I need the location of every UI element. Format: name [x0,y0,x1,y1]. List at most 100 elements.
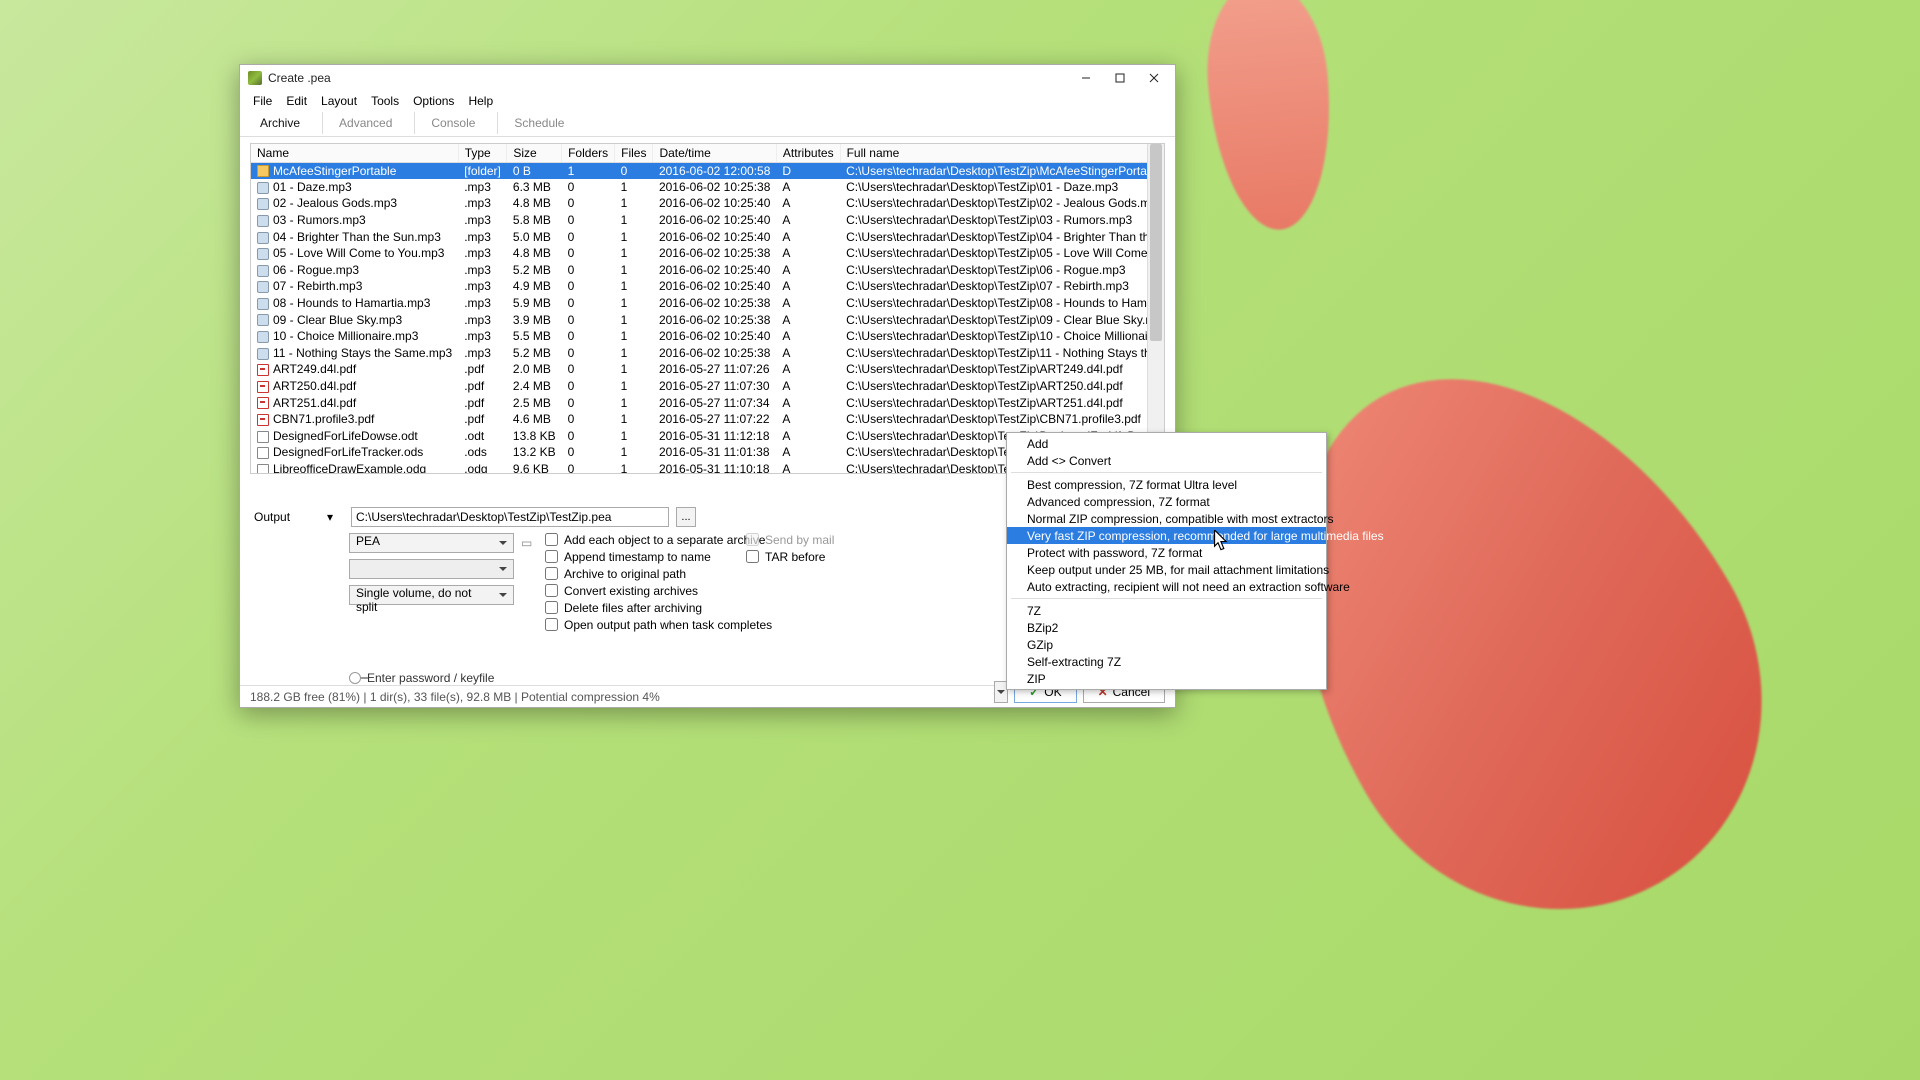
option-label-0: Add each object to a separate archive [564,533,765,547]
menu-item[interactable]: 7Z [1007,602,1326,619]
menu-item[interactable]: BZip2 [1007,619,1326,636]
output-path-input[interactable] [351,507,669,527]
column-files[interactable]: Files [615,144,653,163]
minimize-button[interactable] [1069,66,1103,90]
table-row[interactable]: CBN71.profile3.pdf.pdf4.6 MB012016-05-27… [251,411,1165,428]
table-row[interactable]: 03 - Rumors.mp3.mp35.8 MB012016-06-02 10… [251,212,1165,229]
browse-button[interactable]: ... [676,507,696,527]
tabbar: Archive Advanced Console Schedule [240,111,1175,137]
tarbefore-checkbox[interactable] [746,550,759,563]
key-icon [349,672,361,684]
odt-icon [257,431,269,443]
menu-item[interactable]: GZip [1007,636,1326,653]
tab-schedule[interactable]: Schedule [497,112,578,134]
option-checkbox-0[interactable] [545,533,558,546]
mp3-icon [257,298,269,310]
ods-icon [257,447,269,459]
menu-options[interactable]: Options [406,92,461,110]
menubar: FileEditLayoutToolsOptionsHelp [240,91,1175,111]
mp3-icon [257,331,269,343]
output-label: Output [254,510,309,524]
menu-item[interactable]: Add [1007,435,1326,452]
mp3-icon [257,314,269,326]
menu-item[interactable]: Protect with password, 7Z format [1007,544,1326,561]
split-dropdown[interactable]: Single volume, do not split [349,585,514,605]
tarbefore-label: TAR before [765,550,825,564]
option-label-4: Delete files after archiving [564,601,702,615]
tab-advanced[interactable]: Advanced [322,112,406,134]
menu-item[interactable]: Auto extracting, recipient will not need… [1007,578,1326,595]
column-fullname[interactable]: Full name [840,144,1165,163]
table-row[interactable]: 02 - Jealous Gods.mp3.mp34.8 MB012016-06… [251,195,1165,212]
column-name[interactable]: Name [251,144,458,163]
table-row[interactable]: McAfeeStingerPortable[folder]0 B102016-0… [251,162,1165,179]
table-row[interactable]: 05 - Love Will Come to You.mp3.mp34.8 MB… [251,245,1165,262]
sendmail-checkbox [746,533,759,546]
column-attributes[interactable]: Attributes [776,144,840,163]
table-row[interactable]: 07 - Rebirth.mp3.mp34.9 MB012016-06-02 1… [251,278,1165,295]
menu-separator [1011,598,1322,599]
menu-item[interactable]: Normal ZIP compression, compatible with … [1007,510,1326,527]
option-label-3: Convert existing archives [564,584,698,598]
menu-item[interactable]: Self-extracting 7Z [1007,653,1326,670]
close-button[interactable] [1137,66,1171,90]
mp3-icon [257,198,269,210]
file-list[interactable]: NameTypeSizeFoldersFilesDate/timeAttribu… [250,143,1165,475]
table-row[interactable]: 04 - Brighter Than the Sun.mp3.mp35.0 MB… [251,228,1165,245]
menu-help[interactable]: Help [461,92,500,110]
compression-dropdown[interactable] [349,559,514,579]
column-folders[interactable]: Folders [562,144,615,163]
preset-context-menu[interactable]: AddAdd <> Convert Best compression, 7Z fo… [1006,432,1327,690]
mp3-icon [257,281,269,293]
titlebar: Create .pea [240,65,1175,91]
output-dropdown-icon[interactable]: ▾ [316,510,344,524]
menu-file[interactable]: File [246,92,279,110]
option-checkbox-1[interactable] [545,550,558,563]
table-row[interactable]: ART249.d4l.pdf.pdf2.0 MB012016-05-27 11:… [251,361,1165,378]
mp3-icon [257,265,269,277]
option-checkbox-2[interactable] [545,567,558,580]
menu-item[interactable]: Add <> Convert [1007,452,1326,469]
folder-icon [257,165,269,177]
menu-item[interactable]: Advanced compression, 7Z format [1007,493,1326,510]
table-row[interactable]: 11 - Nothing Stays the Same.mp3.mp35.2 M… [251,345,1165,362]
menu-item[interactable]: Keep output under 25 MB, for mail attach… [1007,561,1326,578]
pdf-icon [257,414,269,426]
table-row[interactable]: 10 - Choice Millionaire.mp3.mp35.5 MB012… [251,328,1165,345]
option-checkbox-5[interactable] [545,618,558,631]
tab-archive[interactable]: Archive [246,112,314,134]
table-row[interactable]: 08 - Hounds to Hamartia.mp3.mp35.9 MB012… [251,295,1165,312]
option-checkbox-3[interactable] [545,584,558,597]
column-datetime[interactable]: Date/time [653,144,776,163]
menu-item[interactable]: Best compression, 7Z format Ultra level [1007,476,1326,493]
option-label-2: Archive to original path [564,567,686,581]
column-size[interactable]: Size [507,144,562,163]
mail-options: Send by mail TAR before [746,531,834,565]
mp3-icon [257,182,269,194]
format-dropdown[interactable]: PEA [349,533,514,553]
mp3-icon [257,248,269,260]
menu-tools[interactable]: Tools [364,92,406,110]
menu-item[interactable]: ZIP [1007,670,1326,687]
table-row[interactable]: 01 - Daze.mp3.mp36.3 MB012016-06-02 10:2… [251,179,1165,196]
window-title: Create .pea [268,71,331,85]
odg-icon [257,464,269,474]
tab-console[interactable]: Console [414,112,489,134]
status-text: 188.2 GB free (81%) | 1 dir(s), 33 file(… [250,690,660,704]
scrollbar[interactable]: ▲ ▼ [1147,144,1164,474]
column-type[interactable]: Type [458,144,507,163]
table-row[interactable]: ART251.d4l.pdf.pdf2.5 MB012016-05-27 11:… [251,394,1165,411]
scroll-thumb[interactable] [1150,144,1162,342]
table-row[interactable]: 09 - Clear Blue Sky.mp3.mp33.9 MB012016-… [251,311,1165,328]
table-row[interactable]: ART250.d4l.pdf.pdf2.4 MB012016-05-27 11:… [251,378,1165,395]
format-info-icon[interactable]: ▭ [521,536,532,550]
app-icon [248,71,262,85]
menu-edit[interactable]: Edit [279,92,314,110]
menu-layout[interactable]: Layout [314,92,364,110]
menu-separator [1011,472,1322,473]
maximize-button[interactable] [1103,66,1137,90]
table-row[interactable]: 06 - Rogue.mp3.mp35.2 MB012016-06-02 10:… [251,262,1165,279]
option-checkbox-4[interactable] [545,601,558,614]
menu-item[interactable]: Very fast ZIP compression, recommended f… [1007,527,1326,544]
mp3-icon [257,215,269,227]
